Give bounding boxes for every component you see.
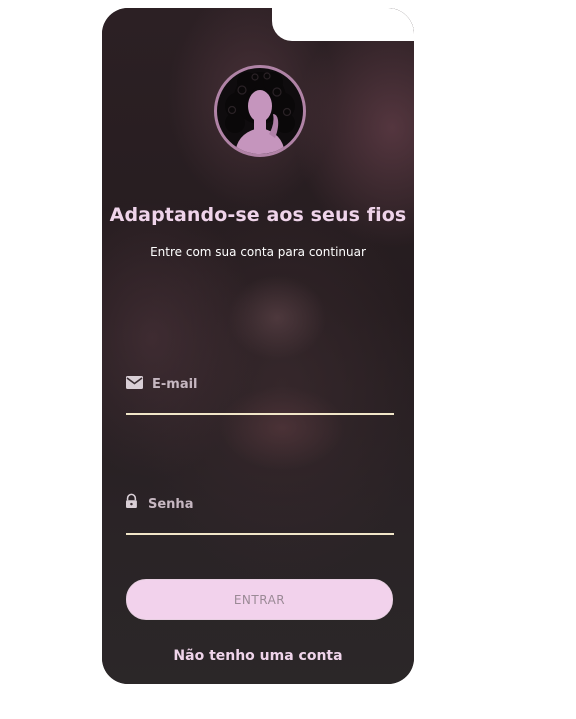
- lock-icon: [126, 493, 137, 508]
- email-field[interactable]: [126, 373, 394, 415]
- app-logo: [214, 65, 306, 157]
- woman-silhouette-icon: [225, 72, 295, 154]
- password-input[interactable]: [148, 493, 378, 515]
- device-notch: [272, 8, 414, 41]
- page-title: Adaptando-se aos seus fios: [109, 204, 407, 226]
- login-button[interactable]: ENTRAR: [126, 579, 393, 620]
- page-subtitle: Entre com sua conta para continuar: [150, 245, 366, 259]
- mail-icon: [126, 376, 143, 389]
- email-input[interactable]: [152, 373, 382, 395]
- password-field[interactable]: [126, 493, 394, 535]
- phone-frame: Adaptando-se aos seus fios Entre com sua…: [102, 8, 414, 684]
- register-link[interactable]: Não tenho uma conta: [102, 648, 414, 664]
